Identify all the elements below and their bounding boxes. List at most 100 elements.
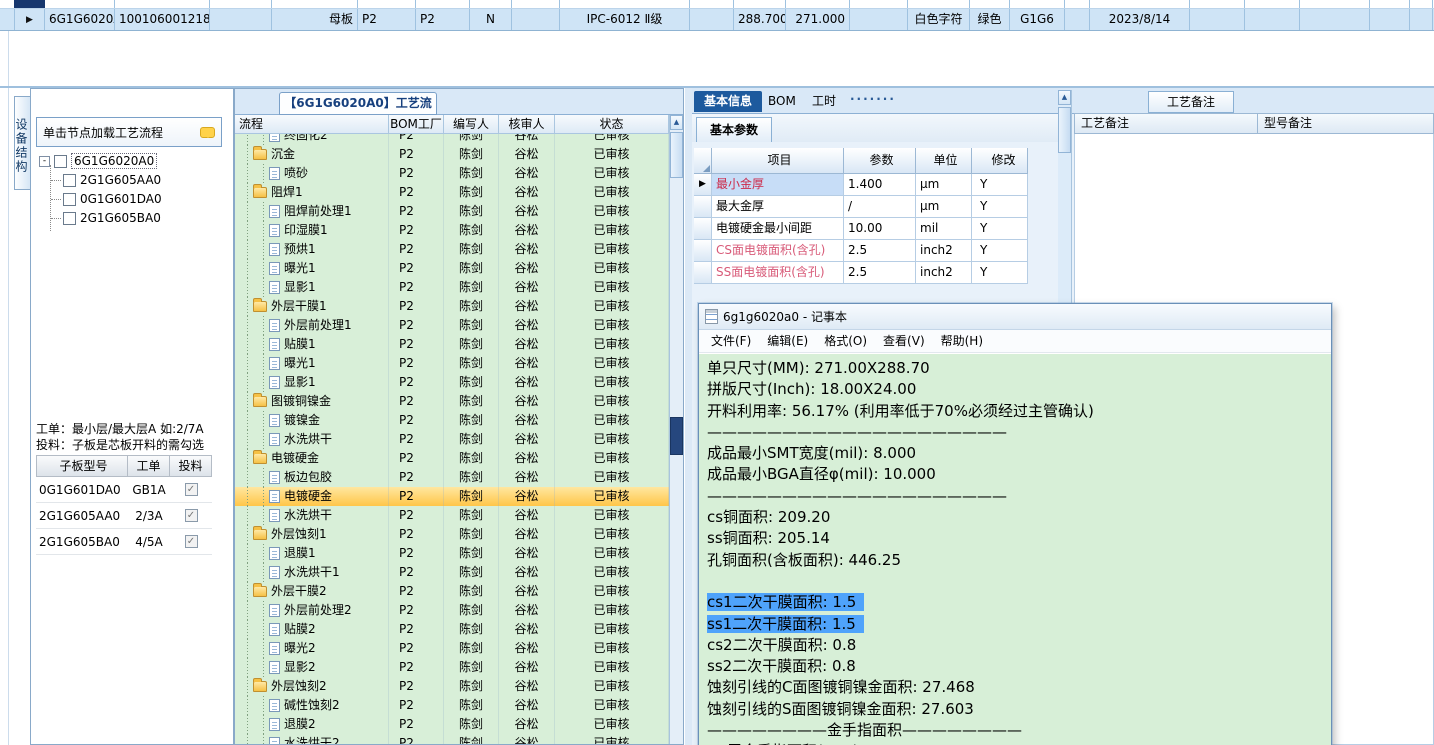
flow-node: 印湿膜1	[235, 221, 389, 240]
menu-file[interactable]: 文件(F)	[703, 330, 759, 352]
flow-row[interactable]: 曝光1 P2 陈剑 谷松 已审核	[235, 259, 669, 278]
flow-row[interactable]: 电镀硬金 P2 陈剑 谷松 已审核	[235, 449, 669, 468]
scrollbar-thumb[interactable]	[1058, 107, 1071, 153]
flow-row[interactable]: 板边包胶 P2 陈剑 谷松 已审核	[235, 468, 669, 487]
flow-row[interactable]: 退膜1 P2 陈剑 谷松 已审核	[235, 544, 669, 563]
subboard-row[interactable]: 2G1G605BA0 4/5A ✓	[36, 529, 212, 555]
scrollbar-thumb[interactable]	[670, 132, 683, 178]
flow-row[interactable]: 镀镍金 P2 陈剑 谷松 已审核	[235, 411, 669, 430]
tree-checkbox[interactable]	[54, 154, 67, 168]
tree-checkbox[interactable]	[63, 173, 76, 187]
flow-bom-cell: P2	[389, 202, 444, 221]
tree-root-item[interactable]: - 6G1G6020A0	[39, 153, 158, 169]
flow-header-cell: 流程	[235, 115, 389, 134]
flow-reviewer-cell: 谷松	[499, 259, 555, 278]
flow-row[interactable]: 阻焊1 P2 陈剑 谷松 已审核	[235, 183, 669, 202]
flow-row[interactable]: 外层前处理1 P2 陈剑 谷松 已审核	[235, 316, 669, 335]
menu-help[interactable]: 帮助(H)	[933, 330, 991, 352]
tree-child-item[interactable]: 2G1G605AA0	[51, 172, 161, 188]
flow-row[interactable]: 图镀铜镍金 P2 陈剑 谷松 已审核	[235, 392, 669, 411]
tab-bom[interactable]: BOM	[758, 91, 806, 112]
flow-row[interactable]: 外层蚀刻2 P2 陈剑 谷松 已审核	[235, 677, 669, 696]
flow-writer-cell: 陈剑	[444, 373, 499, 392]
flow-row[interactable]: 阻焊前处理1 P2 陈剑 谷松 已审核	[235, 202, 669, 221]
tab-basic-params[interactable]: 基本参数	[696, 117, 772, 142]
grid-header-cell	[850, 0, 908, 8]
flow-row[interactable]: 退膜2 P2 陈剑 谷松 已审核	[235, 715, 669, 734]
notepad-line: cs1二次干膜面积: 1.5	[707, 592, 1323, 613]
flow-bom-cell: P2	[389, 297, 444, 316]
dock-grip-dots[interactable]: ·······	[850, 92, 896, 106]
subboard-row[interactable]: 2G1G605AA0 2/3A ✓	[36, 503, 212, 529]
file-icon	[269, 547, 280, 560]
flow-row[interactable]: 水洗烘干1 P2 陈剑 谷松 已审核	[235, 563, 669, 582]
param-row[interactable]: SS面电镀面积(含孔) 2.5 inch2 Y	[694, 262, 1028, 284]
flow-node: 外层蚀刻1	[235, 525, 389, 544]
menu-format[interactable]: 格式(O)	[816, 330, 875, 352]
notepad-window[interactable]: 6g1g6020a0 - 记事本 文件(F) 编辑(E) 格式(O) 查看(V) 帮助(…	[698, 303, 1332, 745]
tab-worktime[interactable]: 工时	[802, 91, 846, 112]
param-tab-row: 基本参数	[692, 114, 1058, 142]
grid-cell	[210, 9, 272, 30]
flow-row[interactable]: 外层干膜1 P2 陈剑 谷松 已审核	[235, 297, 669, 316]
flow-row[interactable]: 水洗烘干2 P2 陈剑 谷松 已审核	[235, 734, 669, 744]
tab-process-remark[interactable]: 工艺备注	[1148, 91, 1234, 113]
flow-row[interactable]: 喷砂 P2 陈剑 谷松 已审核	[235, 164, 669, 183]
flow-row[interactable]: 显影1 P2 陈剑 谷松 已审核	[235, 278, 669, 297]
tree-checkbox[interactable]	[63, 211, 76, 225]
flow-row[interactable]: 预烘1 P2 陈剑 谷松 已审核	[235, 240, 669, 259]
flow-row[interactable]: 曝光2 P2 陈剑 谷松 已审核	[235, 639, 669, 658]
flow-row[interactable]: 水洗烘干 P2 陈剑 谷松 已审核	[235, 506, 669, 525]
device-structure-vertical-tab[interactable]: 设备结构	[14, 96, 31, 190]
flow-status-cell: 已审核	[555, 677, 669, 696]
menu-edit[interactable]: 编辑(E)	[759, 330, 816, 352]
param-row[interactable]: ▶ 最小金厚 1.400 μm Y	[694, 174, 1028, 196]
flow-row-selected[interactable]: 电镀硬金 P2 陈剑 谷松 已审核	[235, 487, 669, 506]
notepad-titlebar[interactable]: 6g1g6020a0 - 记事本	[699, 304, 1331, 330]
scroll-up-icon[interactable]: ▲	[670, 115, 683, 130]
subboard-model-cell: 2G1G605BA0	[36, 529, 128, 555]
row-selector-arrow[interactable]: ▶	[14, 9, 45, 30]
param-row[interactable]: CS面电镀面积(含孔) 2.5 inch2 Y	[694, 240, 1028, 262]
flow-scrollbar[interactable]: ▲	[669, 115, 683, 744]
checked-checkbox[interactable]: ✓	[184, 509, 198, 522]
flow-reviewer-cell: 谷松	[499, 563, 555, 582]
tree-collapse-icon[interactable]: -	[39, 155, 50, 167]
flow-row[interactable]: 水洗烘干 P2 陈剑 谷松 已审核	[235, 430, 669, 449]
flow-row[interactable]: 外层蚀刻1 P2 陈剑 谷松 已审核	[235, 525, 669, 544]
subboard-row[interactable]: 0G1G601DA0 GB1A ✓	[36, 477, 212, 503]
flow-row[interactable]: 沉金 P2 陈剑 谷松 已审核	[235, 145, 669, 164]
flow-status-cell: 已审核	[555, 202, 669, 221]
flow-row[interactable]: 贴膜1 P2 陈剑 谷松 已审核	[235, 335, 669, 354]
flow-row[interactable]: 终固化2 P2 陈剑 谷松 已审核	[235, 134, 669, 145]
remark-header-cell: 工艺备注	[1074, 113, 1258, 134]
flow-row[interactable]: 贴膜2 P2 陈剑 谷松 已审核	[235, 620, 669, 639]
tree-child-item[interactable]: 0G1G601DA0	[51, 191, 162, 207]
flow-row[interactable]: 显影2 P2 陈剑 谷松 已审核	[235, 658, 669, 677]
scroll-up-icon[interactable]: ▲	[1058, 90, 1071, 105]
flow-row[interactable]: 印湿膜1 P2 陈剑 谷松 已审核	[235, 221, 669, 240]
flow-writer-cell: 陈剑	[444, 620, 499, 639]
param-unit-cell: inch2	[916, 262, 972, 284]
flow-node: 外层蚀刻2	[235, 677, 389, 696]
flow-row[interactable]: 外层前处理2 P2 陈剑 谷松 已审核	[235, 601, 669, 620]
flow-row[interactable]: 曝光1 P2 陈剑 谷松 已审核	[235, 354, 669, 373]
flow-title-tab: 【6G1G6020A0】工艺流程	[279, 92, 437, 131]
tab-basic-info[interactable]: 基本信息	[694, 91, 763, 112]
checked-checkbox[interactable]: ✓	[184, 483, 198, 496]
flow-row[interactable]: 碱性蚀刻2 P2 陈剑 谷松 已审核	[235, 696, 669, 715]
flow-row[interactable]: 显影1 P2 陈剑 谷松 已审核	[235, 373, 669, 392]
flow-row[interactable]: 外层干膜2 P2 陈剑 谷松 已审核	[235, 582, 669, 601]
tree-checkbox[interactable]	[63, 192, 76, 206]
splitter-collapse-button[interactable]	[670, 417, 683, 455]
checked-checkbox[interactable]: ✓	[184, 535, 198, 548]
grid-selected-row[interactable]: ▶6G1G6020A010010600121864母板P2P2NIPC-6012…	[0, 9, 1434, 31]
menu-view[interactable]: 查看(V)	[875, 330, 933, 352]
flow-node: 曝光2	[235, 639, 389, 658]
flow-reviewer-cell: 谷松	[499, 134, 555, 145]
panel-splitter[interactable]	[685, 88, 692, 745]
notepad-text-area[interactable]: 单只尺寸(MM): 271.00X288.70 拼版尺寸(Inch): 18.00…	[699, 354, 1331, 745]
param-row[interactable]: 电镀硬金最小间距 10.00 mil Y	[694, 218, 1028, 240]
param-row[interactable]: 最大金厚 / μm Y	[694, 196, 1028, 218]
tree-child-item[interactable]: 2G1G605BA0	[51, 210, 161, 226]
